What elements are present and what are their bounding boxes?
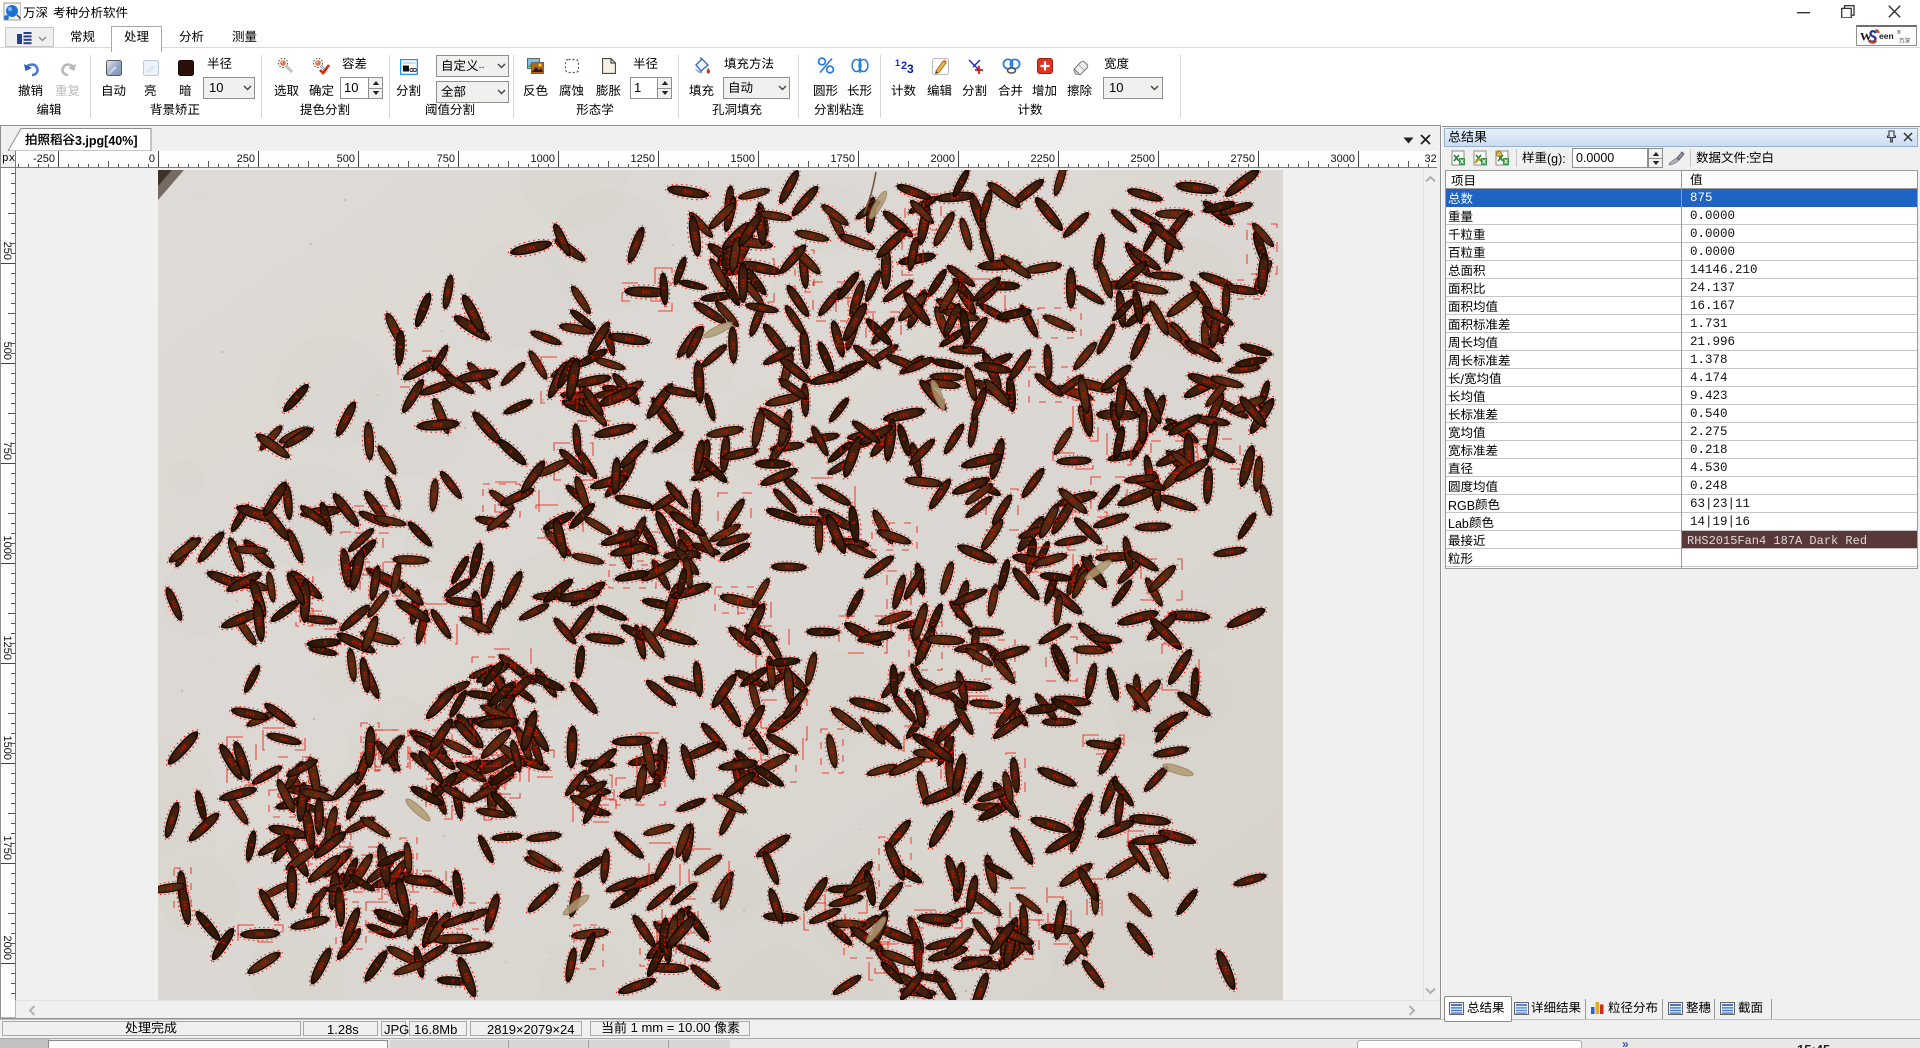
svg-text:2000: 2000 [1, 936, 13, 960]
svg-text:250: 250 [237, 153, 255, 165]
svg-text:500: 500 [1, 342, 13, 360]
svg-text:een: een [1879, 31, 1894, 41]
svg-text:750: 750 [437, 153, 455, 165]
svg-text:500: 500 [337, 153, 355, 165]
svg-text:2750: 2750 [1231, 153, 1255, 165]
svg-text:0: 0 [149, 153, 155, 165]
svg-text:3000: 3000 [1331, 153, 1355, 165]
svg-text:1250: 1250 [1, 636, 13, 660]
svg-text:750: 750 [1, 442, 13, 460]
svg-text:1500: 1500 [1, 736, 13, 760]
svg-text:1500: 1500 [731, 153, 755, 165]
svg-text:2250: 2250 [1031, 153, 1055, 165]
svg-text:1000: 1000 [1, 536, 13, 560]
svg-text:3: 3 [907, 62, 914, 74]
svg-text:-250: -250 [33, 153, 55, 165]
svg-text:万深: 万深 [1899, 37, 1911, 45]
svg-text:1: 1 [895, 58, 900, 68]
svg-text:1250: 1250 [631, 153, 655, 165]
svg-text:1750: 1750 [1, 836, 13, 860]
svg-text:®: ® [1897, 29, 1901, 36]
svg-text:2000: 2000 [931, 153, 955, 165]
svg-text:2500: 2500 [1131, 153, 1155, 165]
svg-text:1000: 1000 [531, 153, 555, 165]
svg-text:250: 250 [1, 242, 13, 260]
svg-text:3250: 3250 [1425, 153, 1437, 165]
svg-text:1750: 1750 [831, 153, 855, 165]
